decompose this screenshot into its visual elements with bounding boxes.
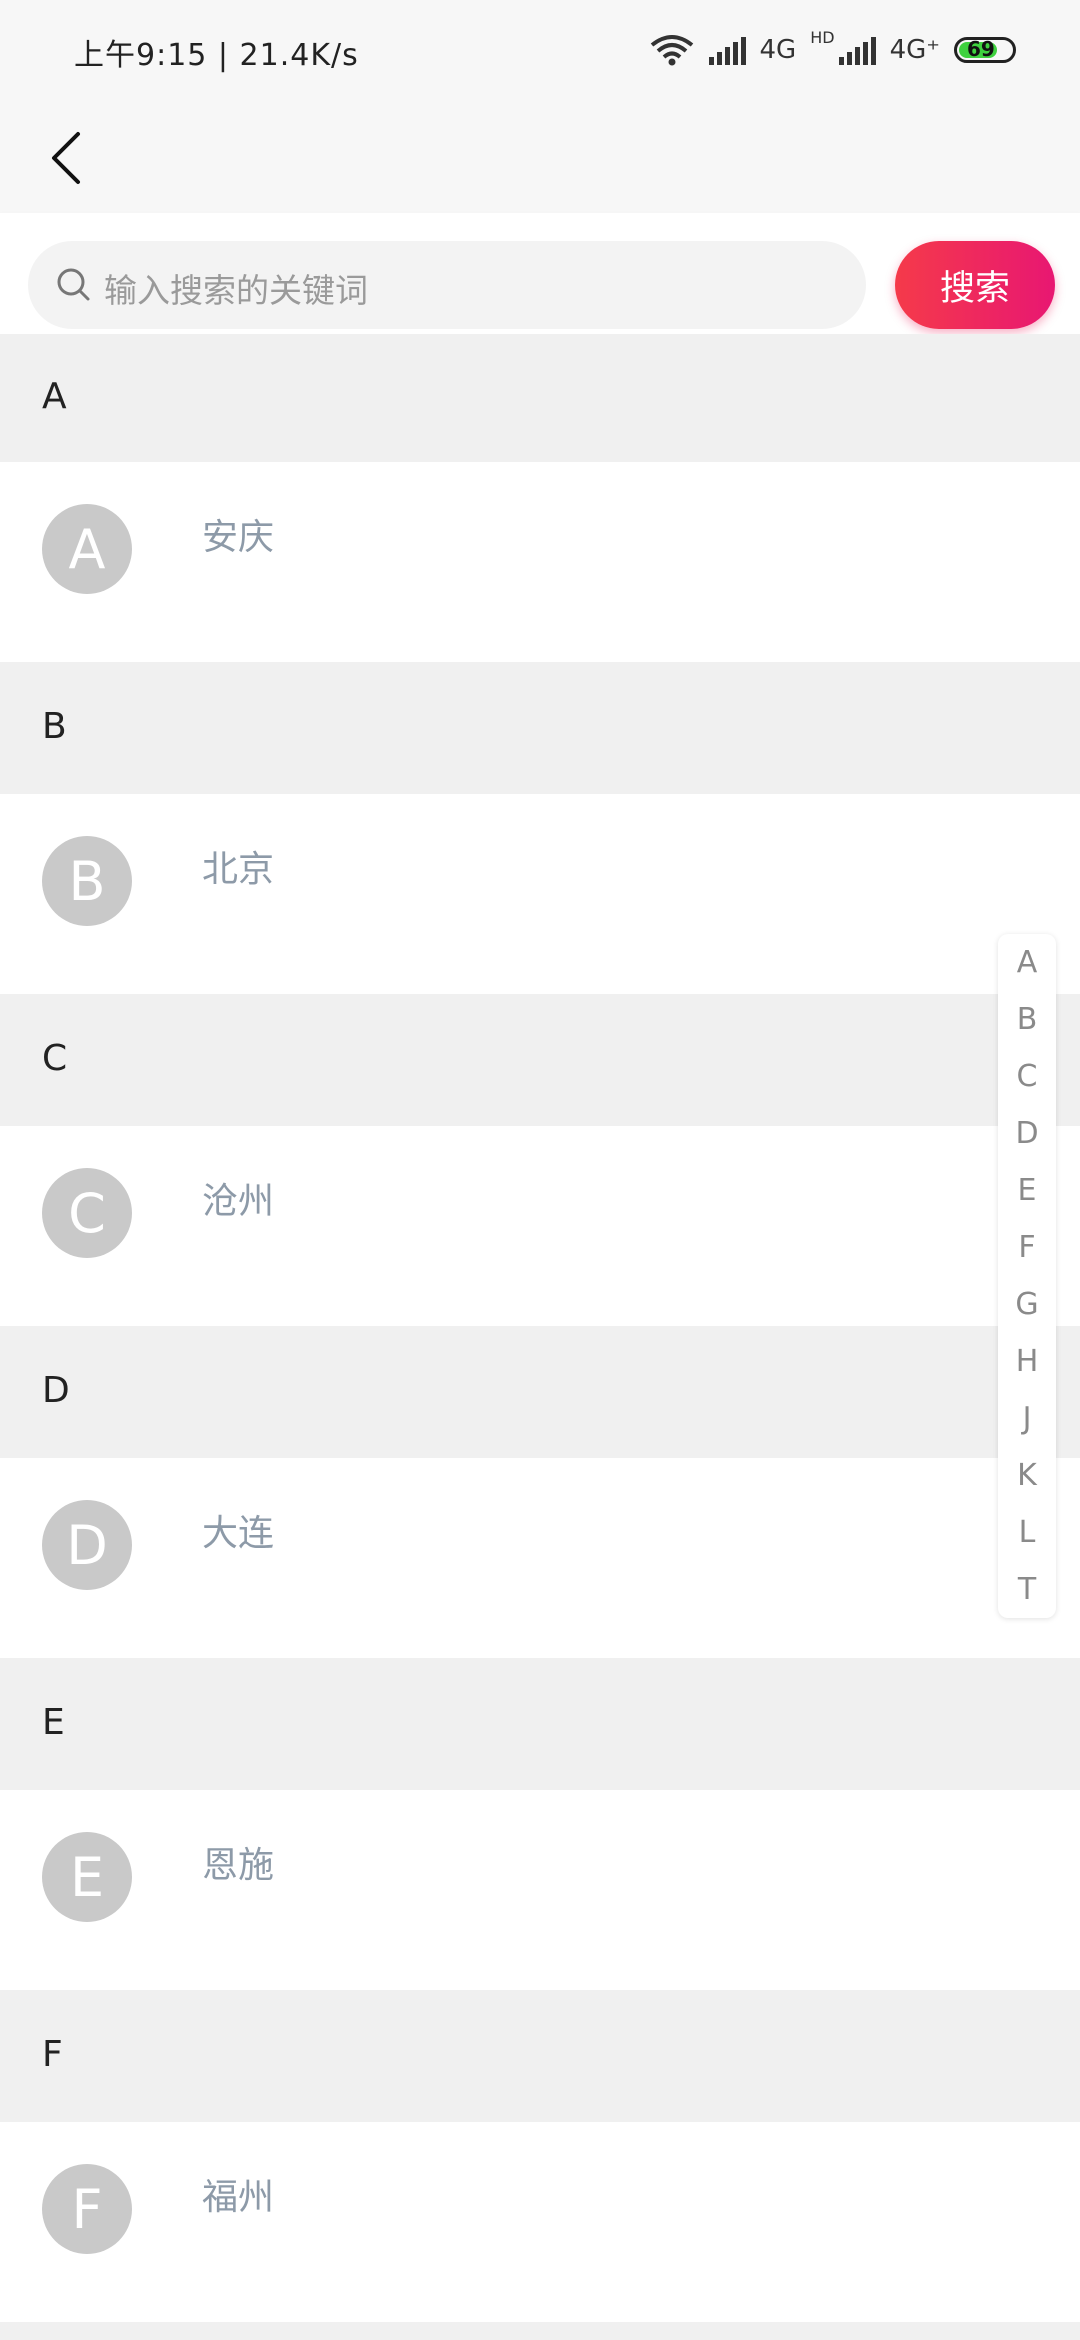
list-item-dalian[interactable]: D 大连 — [0, 1458, 1080, 1658]
section-letter: D — [42, 1370, 70, 1411]
wifi-icon — [650, 35, 693, 66]
search-button[interactable]: 搜索 — [895, 241, 1055, 329]
city-name: 安庆 — [202, 517, 275, 558]
nav-bar — [0, 100, 1080, 213]
list-item-fuzhou[interactable]: F 福州 — [0, 2122, 1080, 2322]
section-letter: A — [42, 376, 67, 417]
section-header-a: A — [0, 334, 1080, 462]
index-letter-j[interactable]: J — [998, 1390, 1056, 1447]
section-letter: E — [42, 1702, 65, 1743]
section-header-c: C — [0, 994, 1080, 1126]
avatar: B — [42, 836, 132, 926]
avatar: E — [42, 1832, 132, 1922]
search-placeholder: 输入搜索的关键词 — [104, 271, 368, 310]
network-label-2: 4G⁺ — [889, 35, 940, 65]
section-header-next — [0, 2322, 1080, 2340]
list-item-anqing[interactable]: A 安庆 — [0, 462, 1080, 662]
section-header-b: B — [0, 662, 1080, 794]
section-letter: F — [42, 2034, 63, 2075]
avatar: F — [42, 2164, 132, 2254]
index-letter-g[interactable]: G — [998, 1276, 1056, 1333]
list-item-enshi[interactable]: E 恩施 — [0, 1790, 1080, 1990]
city-name: 沧州 — [202, 1181, 275, 1222]
search-input[interactable]: 输入搜索的关键词 — [28, 241, 866, 329]
index-letter-a[interactable]: A — [998, 934, 1056, 991]
index-letter-d[interactable]: D — [998, 1105, 1056, 1162]
index-letter-t[interactable]: T — [998, 1561, 1056, 1618]
status-time: 上午9:15 | 21.4K/s — [74, 38, 359, 73]
search-icon — [57, 268, 90, 301]
alphabet-index-bar[interactable]: A B C D E F G H J K L T — [998, 934, 1056, 1618]
signal-icon-2 — [838, 35, 876, 65]
city-name: 福州 — [202, 2177, 275, 2218]
index-letter-e[interactable]: E — [998, 1162, 1056, 1219]
avatar: C — [42, 1168, 132, 1258]
index-letter-h[interactable]: H — [998, 1333, 1056, 1390]
chevron-left-icon — [52, 132, 80, 184]
index-letter-l[interactable]: L — [998, 1504, 1056, 1561]
status-bar: 上午9:15 | 21.4K/s 4G HD 4G⁺ 69 — [0, 0, 1080, 100]
battery-icon: 69 — [954, 37, 1016, 63]
network-label-1: 4G — [759, 35, 797, 65]
city-name: 恩施 — [202, 1845, 275, 1886]
signal-icon — [708, 35, 746, 65]
section-header-e: E — [0, 1658, 1080, 1790]
back-button[interactable] — [36, 118, 96, 198]
avatar: D — [42, 1500, 132, 1590]
index-letter-f[interactable]: F — [998, 1219, 1056, 1276]
status-icons: 4G HD 4G⁺ 69 — [649, 28, 1016, 72]
index-letter-c[interactable]: C — [998, 1048, 1056, 1105]
battery-level: 69 — [967, 37, 995, 61]
hd-label: HD — [810, 28, 835, 47]
list-item-cangzhou[interactable]: C 沧州 — [0, 1126, 1080, 1326]
index-letter-k[interactable]: K — [998, 1447, 1056, 1504]
section-letter: C — [42, 1038, 68, 1079]
list-item-beijing[interactable]: B 北京 — [0, 794, 1080, 994]
city-name: 大连 — [202, 1513, 275, 1554]
section-header-d: D — [0, 1326, 1080, 1458]
section-header-f: F — [0, 1990, 1080, 2122]
city-name: 北京 — [202, 849, 275, 890]
index-letter-b[interactable]: B — [998, 991, 1056, 1048]
avatar: A — [42, 504, 132, 594]
section-letter: B — [42, 706, 67, 747]
